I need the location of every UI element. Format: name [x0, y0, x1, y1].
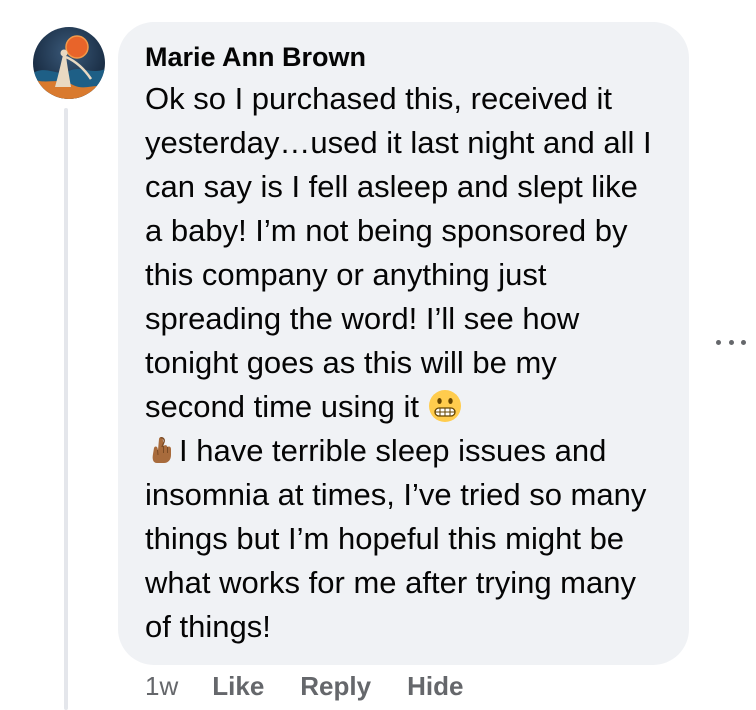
thread-line — [64, 108, 68, 710]
reply-button[interactable]: Reply — [300, 671, 371, 702]
avatar-image — [33, 27, 105, 99]
avatar[interactable] — [33, 27, 105, 99]
comment-text-part-1: Ok so I purchased this, received it yest… — [145, 81, 652, 424]
more-dot — [716, 339, 721, 345]
comment-text-part-2: I have terrible sleep issues and insomni… — [145, 433, 647, 644]
hide-button[interactable]: Hide — [407, 671, 463, 702]
crossed-fingers-icon — [145, 433, 179, 467]
comment-actions: 1w Like Reply Hide — [145, 666, 499, 706]
comment-container: Marie Ann Brown Ok so I purchased this, … — [0, 0, 756, 710]
comment-bubble: Marie Ann Brown Ok so I purchased this, … — [118, 22, 689, 665]
comment-author[interactable]: Marie Ann Brown — [145, 42, 663, 72]
more-dot — [741, 339, 746, 345]
comment-timestamp[interactable]: 1w — [145, 671, 178, 702]
comment-body: Ok so I purchased this, received it yest… — [145, 77, 663, 649]
more-dot — [728, 339, 734, 345]
more-options-icon[interactable] — [716, 330, 746, 354]
grimacing-face-icon — [428, 389, 462, 423]
like-button[interactable]: Like — [212, 671, 264, 702]
